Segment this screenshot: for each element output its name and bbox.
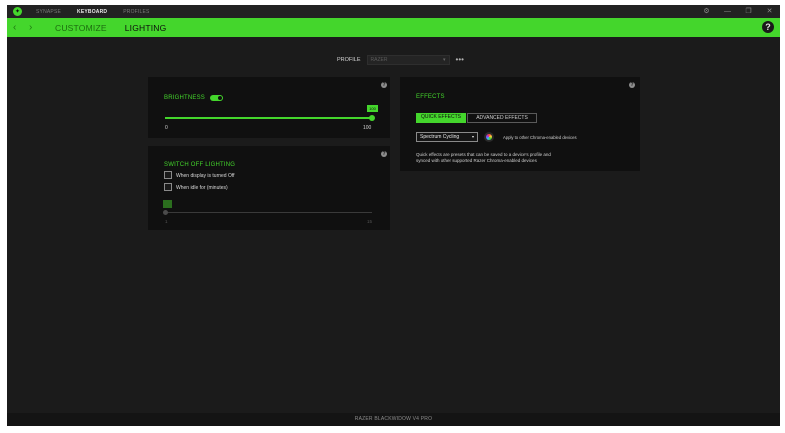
chroma-icon [486,134,492,140]
brightness-value: 100 [367,105,378,112]
device-status-bar: RAZER BLACKWIDOW V4 PRO [7,413,780,426]
idle-slider-thumb[interactable] [163,210,168,215]
tab-quick-effects[interactable]: QUICK EFFECTS [416,113,466,123]
profile-row: PROFILE RAZER ▾ ••• [337,55,464,65]
idle-label: When idle for (minutes) [176,185,228,191]
idle-min: 1 [165,219,168,224]
brightness-min: 0 [165,125,168,131]
toggle-knob [218,96,222,100]
nav-bar: ‹ › CUSTOMIZE LIGHTING ? [7,18,780,37]
effect-dropdown[interactable]: Spectrum Cycling ▾ [416,132,478,142]
idle-max: 15 [367,219,373,224]
tab-advanced-effects[interactable]: ADVANCED EFFECTS [467,113,537,123]
idle-checkbox[interactable] [164,183,172,191]
info-icon[interactable]: ? [381,82,387,88]
window-controls: ⚙ — ❐ ✕ [692,7,776,16]
minimize-icon[interactable]: — [721,7,734,16]
apply-chroma-label: Apply to other Chroma-enabled devices [503,135,577,140]
tab-lighting[interactable]: LIGHTING [125,23,167,33]
brightness-panel: ? BRIGHTNESS 100 0 100 [148,77,390,138]
maximize-icon[interactable]: ❐ [742,7,755,16]
effects-title: EFFECTS [416,94,445,100]
forward-arrow-icon[interactable]: › [29,22,39,33]
switch-off-title: SWITCH OFF LIGHTING [164,162,236,168]
display-off-label: When display is turned Off [176,173,235,179]
brightness-title: BRIGHTNESS [164,95,206,101]
tab-synapse[interactable]: SYNAPSE [36,9,61,15]
effects-description-line2: synced with other supported Razer Chroma… [416,158,537,163]
info-icon[interactable]: ? [629,82,635,88]
effects-panel: ? EFFECTS QUICK EFFECTS ADVANCED EFFECTS… [400,77,640,171]
brightness-toggle[interactable] [210,95,223,101]
effect-value: Spectrum Cycling [420,134,460,140]
title-bar: ✦ SYNAPSE KEYBOARD PROFILES ⚙ — ❐ ✕ [7,5,780,18]
settings-icon[interactable]: ⚙ [700,7,713,16]
back-arrow-icon[interactable]: ‹ [13,22,23,33]
profile-value: RAZER [370,57,388,63]
top-tabs: SYNAPSE KEYBOARD PROFILES [36,9,166,15]
effects-description: Quick effects are presets that can be sa… [416,152,551,164]
brightness-slider-thumb[interactable] [369,115,375,121]
help-icon[interactable]: ? [762,21,774,33]
chevron-down-icon: ▾ [443,57,446,63]
display-off-checkbox[interactable] [164,171,172,179]
razer-logo-icon[interactable]: ✦ [13,7,22,16]
profile-label: PROFILE [337,57,361,63]
idle-minutes-value [163,200,172,208]
tab-customize[interactable]: CUSTOMIZE [55,23,107,33]
tab-profiles[interactable]: PROFILES [123,9,149,15]
synapse-window: ✦ SYNAPSE KEYBOARD PROFILES ⚙ — ❐ ✕ ‹ › … [7,5,780,426]
chroma-apply-button[interactable] [484,132,494,142]
idle-slider-track[interactable] [166,212,372,213]
chevron-down-icon: ▾ [471,134,474,139]
switch-off-lighting-panel: ? SWITCH OFF LIGHTING When display is tu… [148,146,390,230]
info-icon[interactable]: ? [381,151,387,157]
tab-keyboard[interactable]: KEYBOARD [77,9,107,15]
brightness-slider-track[interactable] [165,117,372,119]
profile-dropdown[interactable]: RAZER ▾ [366,55,450,65]
more-options-icon[interactable]: ••• [456,56,464,64]
close-icon[interactable]: ✕ [763,7,776,16]
brightness-max: 100 [363,125,372,131]
